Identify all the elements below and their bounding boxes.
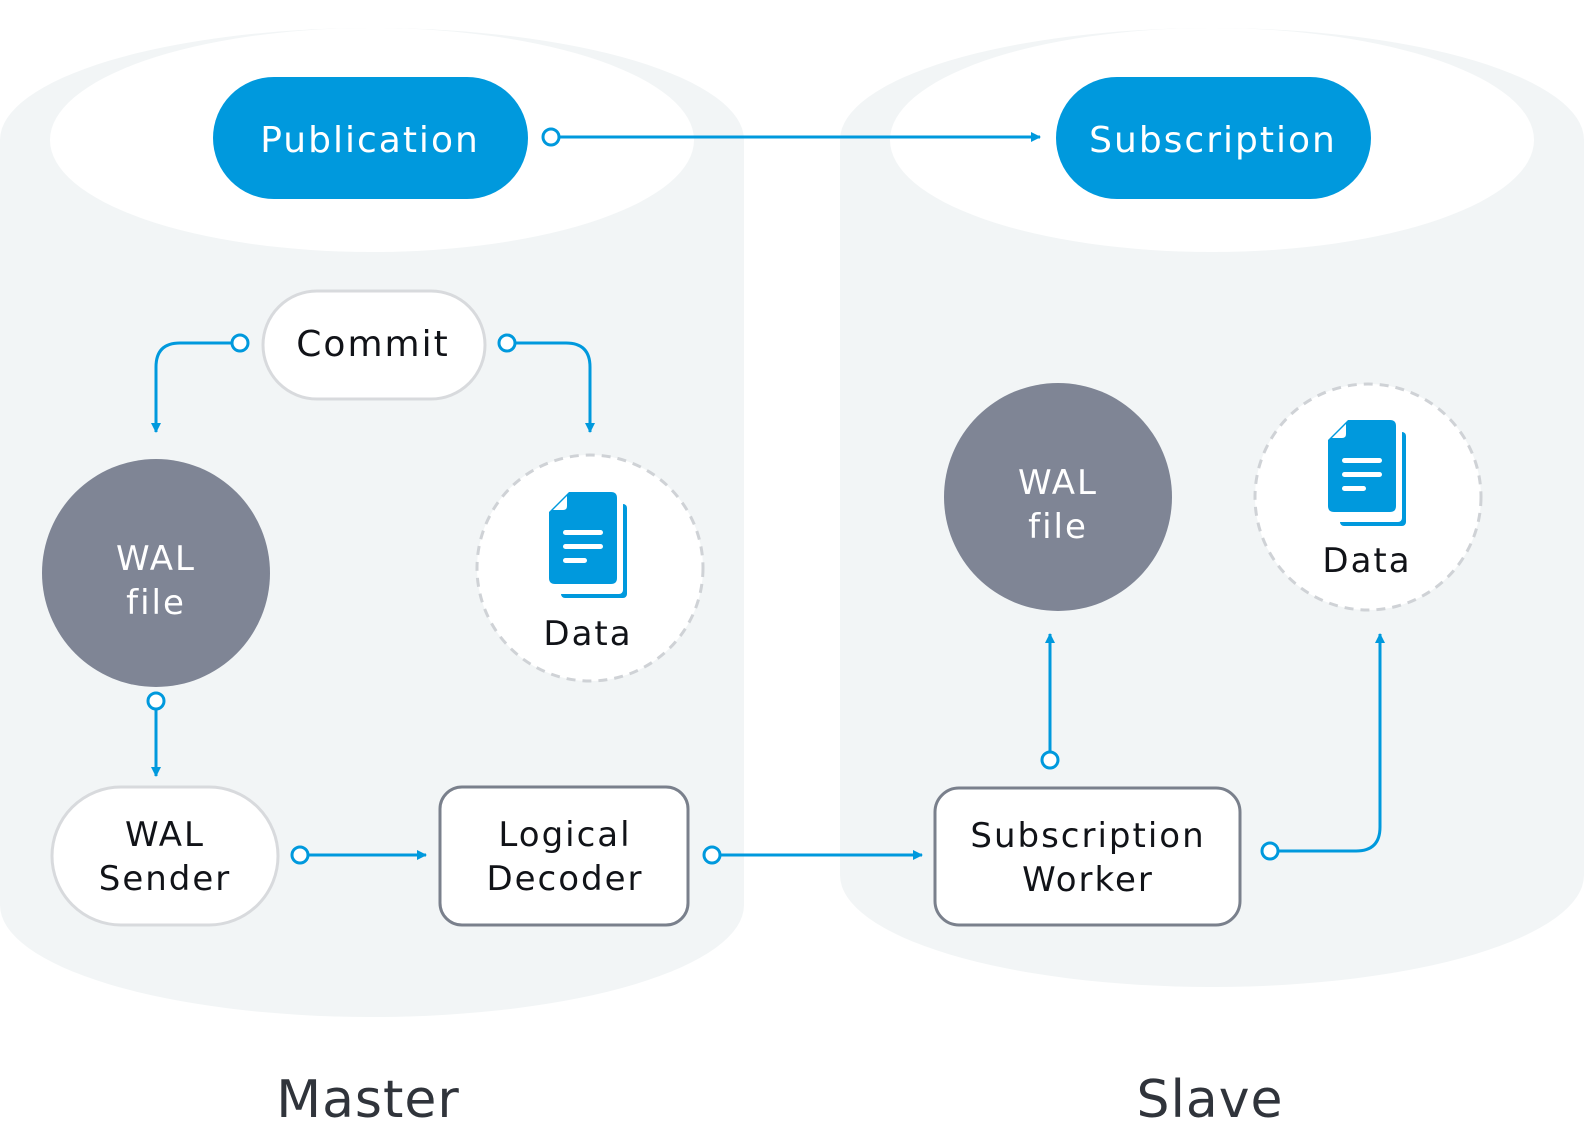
- origin-dot: [290, 845, 310, 865]
- document-icon: [1328, 420, 1406, 526]
- data-label: Data: [543, 614, 632, 654]
- commit-node[interactable]: Commit: [261, 289, 487, 401]
- wal-file-label-line1: WAL: [116, 539, 196, 579]
- origin-dot: [1260, 841, 1280, 861]
- master-data-node[interactable]: Data: [475, 453, 705, 683]
- publication-node[interactable]: Publication: [213, 77, 528, 199]
- slave-wal-file-node[interactable]: WAL file: [944, 383, 1172, 611]
- logical-decoder-node[interactable]: Logical Decoder: [438, 785, 690, 927]
- logical-decoder-line2: Decoder: [486, 859, 643, 899]
- publication-label: Publication: [260, 120, 480, 161]
- origin-dot: [497, 333, 517, 353]
- subscription-worker-line1: Subscription: [970, 816, 1205, 856]
- subscription-worker-node[interactable]: Subscription Worker: [933, 786, 1242, 927]
- origin-dot: [541, 127, 561, 147]
- origin-dot: [1040, 750, 1060, 770]
- replication-diagram: Publication Subscription Commit WAL file…: [0, 28, 1584, 1130]
- wal-file-label-line2: file: [126, 583, 186, 623]
- commit-label: Commit: [296, 324, 449, 365]
- logical-decoder-line1: Logical: [498, 815, 631, 855]
- document-icon: [549, 492, 627, 598]
- subscription-node[interactable]: Subscription: [1056, 77, 1371, 199]
- master-label: Master: [276, 1070, 460, 1130]
- wal-file-label-line2: file: [1028, 507, 1088, 547]
- wal-file-label-line1: WAL: [1018, 463, 1098, 503]
- origin-dot: [146, 691, 166, 711]
- master-wal-file-node[interactable]: WAL file: [42, 459, 270, 687]
- slave-label: Slave: [1136, 1070, 1283, 1130]
- origin-dot: [702, 845, 722, 865]
- slave-data-node[interactable]: Data: [1253, 382, 1483, 612]
- subscription-worker-line2: Worker: [1022, 860, 1154, 900]
- wal-sender-node[interactable]: WAL Sender: [50, 785, 280, 927]
- origin-dot: [230, 333, 250, 353]
- wal-sender-line1: WAL: [125, 815, 205, 855]
- wal-sender-line2: Sender: [99, 859, 232, 899]
- subscription-label: Subscription: [1089, 120, 1337, 161]
- data-label: Data: [1322, 541, 1411, 581]
